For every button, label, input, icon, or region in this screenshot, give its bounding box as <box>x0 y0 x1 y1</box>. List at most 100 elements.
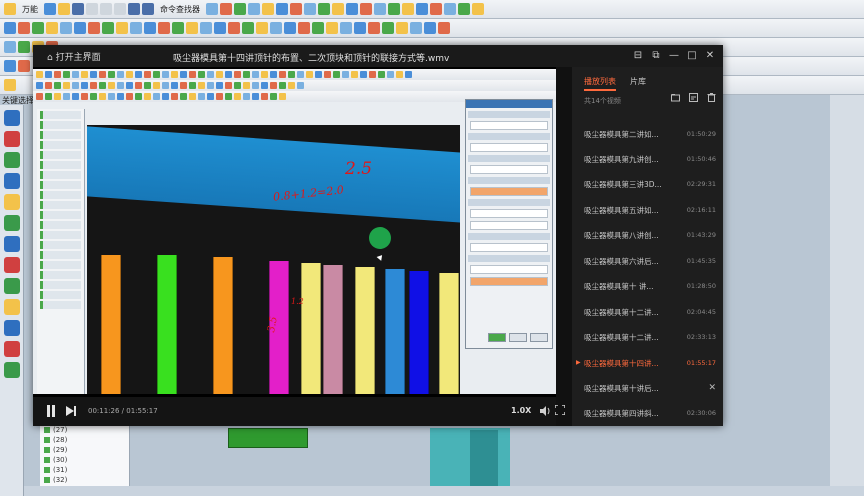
minimize-icon[interactable]: — <box>667 50 681 61</box>
sort-icon[interactable] <box>689 93 698 102</box>
dimension-icon[interactable] <box>116 22 128 34</box>
fillet-icon[interactable] <box>346 3 358 15</box>
maximize-icon[interactable]: □ <box>685 50 699 61</box>
cad-toolbar-label-2[interactable]: 命令查找器 <box>156 4 204 15</box>
rectangle-icon[interactable] <box>60 22 72 34</box>
playlist-item[interactable]: 吸尘器模具第五讲如... 02:16:11 <box>584 203 716 217</box>
new-file-icon[interactable] <box>44 3 56 15</box>
view-icon[interactable] <box>206 3 218 15</box>
fullscreen-icon[interactable] <box>554 404 566 416</box>
playlist-item[interactable]: 吸尘器模具第十二讲... 02:33:13 <box>584 330 716 344</box>
scale-icon[interactable] <box>186 22 198 34</box>
extrude-icon[interactable] <box>304 3 316 15</box>
playlist-item[interactable]: 吸尘器模具第九讲创... 01:50:46 <box>584 152 716 166</box>
copy-icon[interactable] <box>100 3 112 15</box>
mirror-icon[interactable] <box>402 3 414 15</box>
electrode-icon[interactable] <box>438 22 450 34</box>
body-icon[interactable] <box>326 22 338 34</box>
checkbox-icon[interactable] <box>44 467 50 473</box>
mini-mode-icon[interactable]: ⊟ <box>631 50 645 61</box>
checkbox-icon[interactable] <box>44 447 50 453</box>
playlist-item[interactable]: 吸尘器模具第十二讲... 02:04:45 <box>584 305 716 319</box>
redo-icon[interactable] <box>142 3 154 15</box>
tool-f-icon[interactable] <box>18 60 30 72</box>
roles-icon[interactable] <box>4 257 20 273</box>
process-studio-icon[interactable] <box>4 236 20 252</box>
playlist-item[interactable]: 吸尘器模具第六讲后... 01:45:35 <box>584 254 716 268</box>
playlist-item[interactable]: 吸尘器模具第十 讲... 01:28:50 <box>584 279 716 293</box>
remove-item-icon[interactable]: ✕ <box>708 383 716 393</box>
spline-icon[interactable] <box>88 22 100 34</box>
tree-item[interactable]: (30) <box>40 455 129 465</box>
cad-toolbar-label-1[interactable]: 万能 <box>18 4 42 15</box>
save-icon[interactable] <box>72 3 84 15</box>
select-icon[interactable] <box>234 3 246 15</box>
pin-on-top-icon[interactable]: ⧉ <box>649 50 663 61</box>
surface-icon[interactable] <box>458 3 470 15</box>
add-folder-icon[interactable] <box>671 93 680 102</box>
playlist-item[interactable]: 吸尘器模具第二讲如... 01:50:29 <box>584 127 716 141</box>
tree-item[interactable]: (27) <box>40 425 129 435</box>
tool-b-icon[interactable] <box>18 41 30 53</box>
assembly-navigator-icon[interactable] <box>4 110 20 126</box>
tool-a-icon[interactable] <box>4 41 16 53</box>
mold-wizard-icon[interactable] <box>4 320 20 336</box>
tab-playlist[interactable]: 播放列表 <box>584 76 616 91</box>
arc-icon[interactable] <box>32 22 44 34</box>
reuse-library-icon[interactable] <box>4 173 20 189</box>
layer-icon[interactable] <box>262 3 274 15</box>
circle-icon[interactable] <box>46 22 58 34</box>
trash-icon[interactable] <box>707 93 716 102</box>
face-icon[interactable] <box>312 22 324 34</box>
tool-g-icon[interactable] <box>4 79 16 91</box>
snap-icon[interactable] <box>220 3 232 15</box>
polygon-icon[interactable] <box>74 22 86 34</box>
playlist-item[interactable]: 吸尘器模具第十讲后... ✕ <box>584 381 716 395</box>
web-browser-icon[interactable] <box>4 215 20 231</box>
revolve-icon[interactable] <box>318 3 330 15</box>
open-folder-icon[interactable] <box>58 3 70 15</box>
copy-object-icon[interactable] <box>200 22 212 34</box>
chamfer-icon[interactable] <box>360 3 372 15</box>
render-icon[interactable] <box>270 22 282 34</box>
slider-icon[interactable] <box>396 22 408 34</box>
checkbox-icon[interactable] <box>44 477 50 483</box>
offset-icon[interactable] <box>430 3 442 15</box>
text-icon[interactable] <box>102 22 114 34</box>
shell-icon[interactable] <box>374 3 386 15</box>
rotate-icon[interactable] <box>172 22 184 34</box>
line-icon[interactable] <box>18 22 30 34</box>
settings-icon[interactable] <box>4 341 20 357</box>
checkbox-icon[interactable] <box>44 437 50 443</box>
history-icon[interactable] <box>4 194 20 210</box>
curve-icon[interactable] <box>444 3 456 15</box>
measure-icon[interactable] <box>276 3 288 15</box>
ejector-icon[interactable] <box>368 22 380 34</box>
palette-icon[interactable] <box>4 299 20 315</box>
insert-icon[interactable] <box>424 22 436 34</box>
constraint-icon[interactable] <box>130 22 142 34</box>
menu-icon[interactable] <box>4 3 16 15</box>
pattern-icon[interactable] <box>388 3 400 15</box>
playlist-item[interactable]: 吸尘器模具第四讲斜... 02:30:06 <box>584 406 716 420</box>
tree-item[interactable]: (32) <box>40 475 129 485</box>
checkbox-icon[interactable] <box>44 457 50 463</box>
video-display[interactable]: 2.5 0.8+1.2=2.0 1.2 3.5 <box>33 67 556 397</box>
constraint-navigator-icon[interactable] <box>4 131 20 147</box>
move-icon[interactable] <box>158 22 170 34</box>
help-icon[interactable] <box>4 362 20 378</box>
trim-icon[interactable] <box>416 3 428 15</box>
wcs-icon[interactable] <box>256 22 268 34</box>
lifter-icon[interactable] <box>410 22 422 34</box>
pause-button[interactable] <box>45 405 57 417</box>
part-navigator-icon[interactable] <box>4 152 20 168</box>
tree-item[interactable]: (31) <box>40 465 129 475</box>
open-main-interface-button[interactable]: ⌂ 打开主界面 <box>47 50 101 63</box>
checkbox-icon[interactable] <box>44 427 50 433</box>
delete-icon[interactable] <box>214 22 226 34</box>
filter-icon[interactable] <box>248 3 260 15</box>
show-icon[interactable] <box>242 22 254 34</box>
hole-icon[interactable] <box>332 3 344 15</box>
tree-item[interactable]: (28) <box>40 435 129 445</box>
next-video-button[interactable] <box>65 405 77 417</box>
